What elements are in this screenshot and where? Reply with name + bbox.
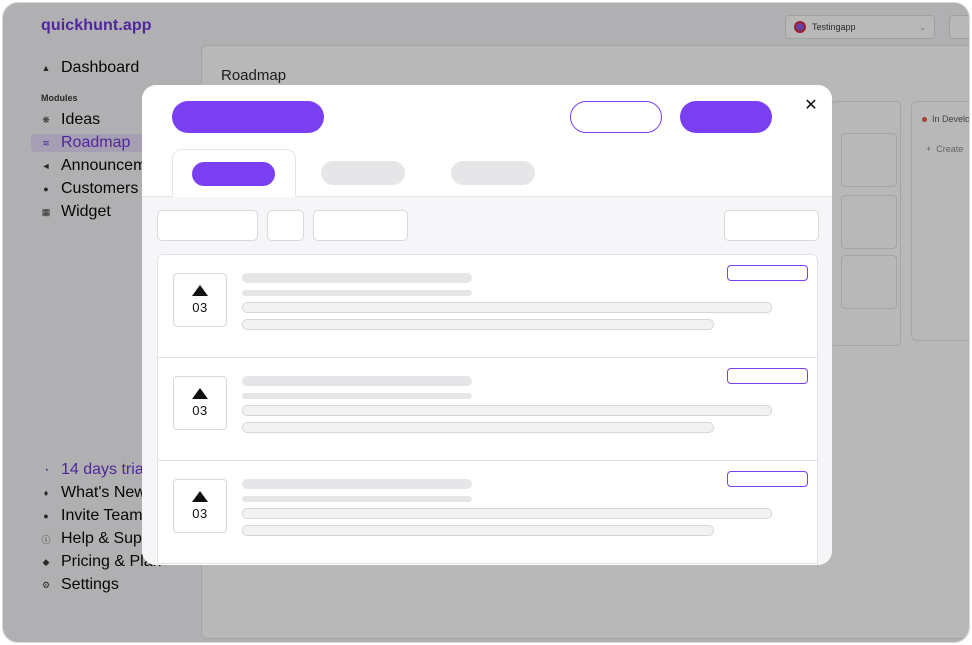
meta-placeholder <box>242 496 472 502</box>
status-badge <box>727 265 808 281</box>
vote-button[interactable]: 03 <box>173 479 227 533</box>
modal-dialog: ✕ 03 03 03 <box>142 85 832 565</box>
title-placeholder <box>242 376 472 386</box>
tab-2[interactable] <box>321 161 405 185</box>
sort-dropdown[interactable] <box>724 210 819 241</box>
filter-dropdown[interactable] <box>157 210 258 241</box>
tab-active-label-placeholder <box>192 162 275 186</box>
modal-tabs <box>142 149 832 197</box>
description-placeholder <box>242 422 714 433</box>
vote-count: 03 <box>192 403 208 418</box>
title-placeholder <box>242 273 472 283</box>
close-icon[interactable]: ✕ <box>802 97 820 115</box>
modal-title-placeholder <box>172 101 324 133</box>
meta-placeholder <box>242 290 472 296</box>
filter-dropdown[interactable] <box>313 210 408 241</box>
upvote-icon <box>192 388 208 399</box>
upvote-icon <box>192 285 208 296</box>
app-window: quickhunt.app ▲ Dashboard Modules ❋ Idea… <box>2 2 970 643</box>
primary-button[interactable] <box>680 101 772 133</box>
list-item[interactable]: 03 <box>158 255 817 358</box>
description-placeholder <box>242 405 772 416</box>
upvote-icon <box>192 491 208 502</box>
tab-active[interactable] <box>172 149 296 197</box>
tab-3[interactable] <box>451 161 535 185</box>
description-placeholder <box>242 525 714 536</box>
ideas-list: 03 03 03 <box>157 254 818 565</box>
secondary-button[interactable] <box>570 101 662 133</box>
vote-count: 03 <box>192 506 208 521</box>
meta-placeholder <box>242 393 472 399</box>
description-placeholder <box>242 302 772 313</box>
title-placeholder <box>242 479 472 489</box>
vote-button[interactable]: 03 <box>173 376 227 430</box>
description-placeholder <box>242 319 714 330</box>
filter-toggle[interactable] <box>267 210 304 241</box>
vote-count: 03 <box>192 300 208 315</box>
list-item[interactable]: 03 <box>158 358 817 461</box>
vote-button[interactable]: 03 <box>173 273 227 327</box>
modal-content: 03 03 03 <box>142 197 832 565</box>
description-placeholder <box>242 508 772 519</box>
status-badge <box>727 368 808 384</box>
status-badge <box>727 471 808 487</box>
list-item[interactable]: 03 <box>158 461 817 564</box>
